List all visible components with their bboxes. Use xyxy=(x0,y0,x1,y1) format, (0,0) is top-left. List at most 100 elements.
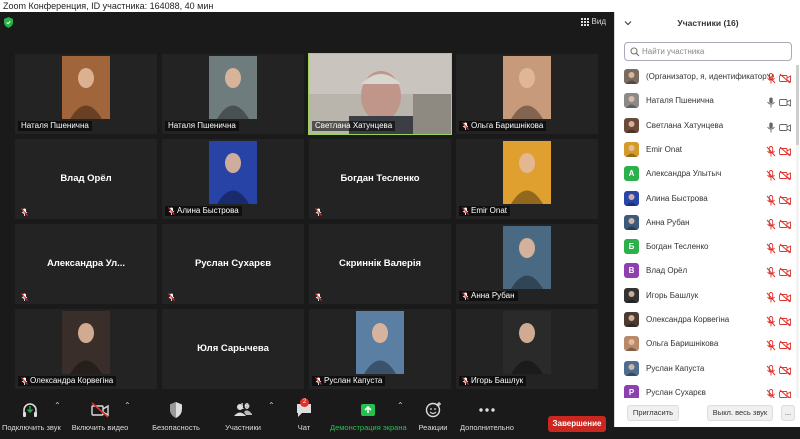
video-caret-icon[interactable]: ⌃ xyxy=(124,401,131,410)
participant-row[interactable]: Наталя Пшенична xyxy=(615,89,800,113)
mic-muted-icon[interactable] xyxy=(766,217,776,230)
video-tile[interactable]: Анна Рубан xyxy=(456,224,598,304)
mic-muted-icon[interactable] xyxy=(766,314,776,327)
invite-button[interactable]: Пригласить xyxy=(627,405,679,421)
security-shield-icon xyxy=(170,402,182,418)
mic-muted-icon xyxy=(462,292,469,300)
mic-muted-icon[interactable] xyxy=(766,265,776,278)
participant-row[interactable]: Анна Рубан xyxy=(615,211,800,235)
video-tile[interactable]: Emir Onat xyxy=(456,139,598,219)
avatar xyxy=(624,287,639,303)
video-off-icon[interactable] xyxy=(779,290,791,303)
share-screen-button[interactable]: Демонстрация экрана xyxy=(330,399,407,437)
video-tile[interactable]: Игорь Башлук xyxy=(456,309,598,389)
mic-muted-icon[interactable] xyxy=(766,168,776,181)
mic-muted-icon[interactable] xyxy=(766,71,776,84)
view-button[interactable]: Вид xyxy=(580,17,606,26)
video-icon[interactable] xyxy=(779,120,791,132)
join-audio-button[interactable]: Подключить звук xyxy=(2,399,61,437)
avatar xyxy=(624,93,639,109)
video-tile[interactable]: Наталя Пшенична xyxy=(162,54,304,134)
reactions-label: Реакции xyxy=(418,423,448,432)
video-off-icon[interactable] xyxy=(779,71,791,84)
tile-name-label: Светлана Хатунцева xyxy=(312,121,396,131)
end-meeting-button[interactable]: Завершение xyxy=(548,416,606,432)
participants-button[interactable]: 16 Участники xyxy=(218,399,268,437)
audio-caret-icon[interactable]: ⌃ xyxy=(54,401,61,410)
chat-button[interactable]: 2 Чат xyxy=(288,398,320,437)
tile-display-name: Александра Ул... xyxy=(46,258,126,269)
video-tile[interactable]: Светлана Хатунцева xyxy=(308,53,452,135)
participant-row[interactable]: Ольга Баришнікова xyxy=(615,332,800,356)
more-button[interactable]: Дополнительно xyxy=(456,399,518,437)
participants-caret-icon[interactable]: ⌃ xyxy=(268,401,275,410)
participant-name: Александра Улытыч xyxy=(646,169,722,179)
video-tile[interactable]: Руслан Капуста xyxy=(309,309,451,389)
tile-display-name: Юля Сарычева xyxy=(197,343,269,354)
participant-row[interactable]: Игорь Башлук xyxy=(615,284,800,308)
shield-icon[interactable] xyxy=(4,17,13,28)
participant-row[interactable]: В Влад Орёл xyxy=(615,259,800,283)
participant-row[interactable]: Алина Быстрова xyxy=(615,187,800,211)
video-off-icon[interactable] xyxy=(779,363,791,375)
video-off-icon[interactable] xyxy=(779,217,791,230)
reactions-button[interactable]: Реакции xyxy=(416,399,450,437)
mic-muted-icon[interactable] xyxy=(766,290,776,303)
participants-footer: Пригласить Выкл. весь звук ... xyxy=(615,400,800,427)
video-tile[interactable]: Богдан Тесленко xyxy=(309,139,451,219)
mic-muted-icon xyxy=(462,122,469,130)
mic-muted-icon[interactable] xyxy=(766,363,776,376)
video-tile[interactable]: Алина Быстрова xyxy=(162,139,304,219)
mic-muted-icon[interactable] xyxy=(766,193,776,205)
security-button[interactable]: Безопасность xyxy=(146,399,206,437)
participant-name: Олександра Корвегіна xyxy=(646,315,730,324)
mic-muted-icon[interactable] xyxy=(766,241,776,254)
participant-row[interactable]: Б Богдан Тесленко xyxy=(615,235,800,259)
video-tile[interactable]: Наталя Пшенична xyxy=(15,54,157,134)
meeting-toolbar: Подключить звук ⌃ Включить видео ⌃ Безоп… xyxy=(0,397,614,439)
video-tile[interactable]: Юля Сарычева xyxy=(162,309,304,389)
panel-more-button[interactable]: ... xyxy=(781,405,795,421)
video-tile[interactable]: Олександра Корвегіна xyxy=(15,309,157,389)
participant-row[interactable]: Руслан Капуста xyxy=(615,357,800,381)
video-tile[interactable]: Скриннік Валерія xyxy=(309,224,451,304)
participant-row[interactable]: Emir Onat xyxy=(615,138,800,162)
mic-muted-icon[interactable] xyxy=(766,144,776,157)
video-tile[interactable]: Александра Ул... xyxy=(15,224,157,304)
mic-muted-icon[interactable] xyxy=(766,387,776,398)
video-tile[interactable]: Руслан Сухарєв xyxy=(162,224,304,304)
participant-row[interactable]: А Александра Улытыч xyxy=(615,162,800,186)
video-off-icon[interactable] xyxy=(779,168,791,181)
start-video-button[interactable]: Включить видео xyxy=(70,399,130,437)
mic-icon[interactable] xyxy=(766,95,776,108)
mic-muted-icon[interactable] xyxy=(766,338,776,351)
video-tile[interactable]: Влад Орёл xyxy=(15,139,157,219)
video-off-icon[interactable] xyxy=(779,241,791,254)
participant-row[interactable]: Олександра Корвегіна xyxy=(615,308,800,332)
participant-row[interactable]: Р Руслан Сухарєв xyxy=(615,381,800,398)
mute-all-button[interactable]: Выкл. весь звук xyxy=(707,405,773,421)
video-off-icon[interactable] xyxy=(779,338,791,351)
video-off-icon[interactable] xyxy=(779,265,791,278)
tile-name-label: Алина Быстрова xyxy=(165,206,242,216)
share-caret-icon[interactable]: ⌃ xyxy=(397,401,404,410)
video-off-icon[interactable] xyxy=(779,387,791,398)
grid-view-icon xyxy=(580,17,589,26)
tile-name-label xyxy=(312,208,325,216)
participant-row[interactable]: Светлана Хатунцева xyxy=(615,114,800,138)
tile-display-name: Руслан Сухарєв xyxy=(194,258,272,269)
avatar: Б xyxy=(624,239,639,255)
video-tile[interactable]: Ольга Баришнікова xyxy=(456,54,598,134)
video-off-icon[interactable] xyxy=(779,193,791,205)
participants-scrollbar[interactable] xyxy=(796,65,799,398)
avatar xyxy=(624,190,639,206)
participant-search-input[interactable] xyxy=(642,45,787,58)
video-off-icon[interactable] xyxy=(779,314,791,327)
video-icon[interactable] xyxy=(779,95,791,108)
participant-photo xyxy=(503,311,551,374)
mic-icon[interactable] xyxy=(766,120,776,133)
participant-row[interactable]: (Организатор, я, идентификатор уча xyxy=(615,65,800,89)
participant-name: Emir Onat xyxy=(646,144,683,154)
participants-panel: Участники (16) (Организатор, я, идентифи… xyxy=(614,12,800,427)
video-off-icon[interactable] xyxy=(779,144,791,157)
